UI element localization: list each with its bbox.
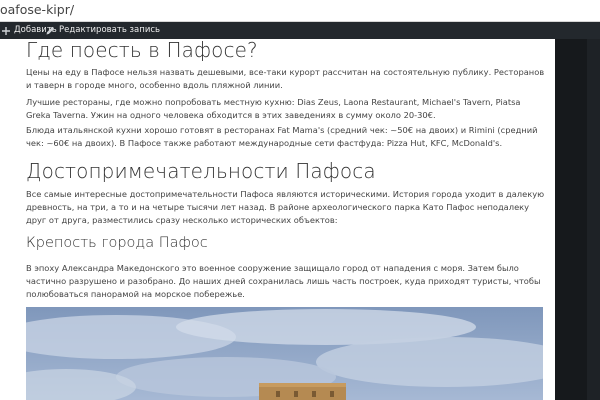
fortress-photo <box>26 307 543 400</box>
plus-icon <box>2 26 10 35</box>
admin-toolbar: Добавить Редактировать запись <box>0 22 600 39</box>
admin-edit-post-button[interactable]: Редактировать запись <box>46 22 160 39</box>
article-content: Где поесть в Пафосе? Цены на еду в Пафос… <box>0 39 555 400</box>
paragraph-fortress: В эпоху Александра Македонского это воен… <box>26 263 541 299</box>
subsection-heading-fortress: Крепость города Пафос <box>26 235 208 251</box>
paragraph-best-restaurants: Лучшие рестораны, где можно попробовать … <box>26 97 521 120</box>
paragraph-sights-intro: Все самые интересные достопримечательнос… <box>26 189 545 225</box>
paragraph-italian-cuisine: Блюда итальянской кухни хорошо готовят в… <box>26 125 538 148</box>
browser-address-bar[interactable]: oafose-kipr/ <box>0 0 600 22</box>
scrollbar-track[interactable] <box>587 39 600 400</box>
address-bar-url[interactable]: oafose-kipr/ <box>0 2 74 17</box>
pencil-icon <box>46 26 55 35</box>
right-sidebar-dark <box>555 39 600 400</box>
section-heading-sights: Достопримечательности Пафоса <box>26 159 376 183</box>
paragraph-food-prices: Цены на еду в Пафосе нельзя назвать деше… <box>26 67 545 90</box>
section-heading-food: Где поесть в Пафосе? <box>26 39 258 62</box>
admin-edit-post-label: Редактировать запись <box>59 25 161 35</box>
